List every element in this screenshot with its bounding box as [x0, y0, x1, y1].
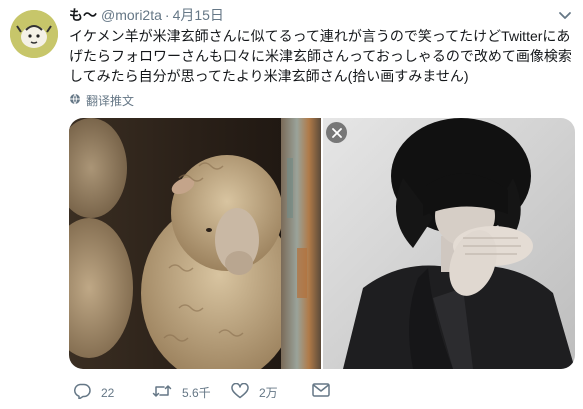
reply-count: 22 — [101, 385, 115, 400]
retweet-icon — [152, 383, 182, 402]
like-count: 2万 — [259, 386, 278, 400]
tweet-text-line: イケメン羊が米津玄師さんに似てるって連れが言うので笑ってたけどTwitterにあ — [69, 28, 571, 44]
retweet-count: 5.6千 — [182, 386, 211, 400]
display-name[interactable]: も〜 — [69, 6, 97, 24]
direct-message-button[interactable] — [312, 383, 340, 400]
avatar[interactable] — [10, 10, 58, 58]
tweet-header: も〜 @mori2ta · 4月15日 — [69, 6, 224, 24]
globe-icon — [69, 93, 86, 108]
retweet-button[interactable]: 5.6千 — [152, 383, 211, 402]
separator-dot: · — [164, 7, 170, 23]
tweet-actions: 22 5.6千 2万 — [69, 382, 549, 403]
person-photo[interactable] — [323, 118, 575, 369]
like-button[interactable]: 2万 — [231, 382, 278, 402]
envelope-icon — [312, 383, 340, 400]
tweet-text-line: げたらフォロワーさんも口々に米津玄師さんっておっしゃるので改めて画像検索 — [69, 48, 572, 64]
chevron-down-icon[interactable] — [558, 8, 572, 22]
tweet-timestamp[interactable]: 4月15日 — [173, 6, 224, 24]
close-icon[interactable] — [326, 122, 347, 143]
heart-icon — [231, 382, 259, 402]
sheep-photo[interactable] — [69, 118, 321, 369]
tweet-media — [69, 118, 575, 369]
tweet-text-line: してみたら自分が思ってたより米津玄師さん(拾い画すみません) — [69, 68, 469, 84]
translate-tweet-link[interactable]: 翻译推文 — [69, 92, 134, 109]
tweet-text: イケメン羊が米津玄師さんに似てるって連れが言うので笑ってたけどTwitterにあ… — [69, 26, 577, 86]
tweet: も〜 @mori2ta · 4月15日 イケメン羊が米津玄師さんに似てるって連れ… — [0, 0, 583, 409]
reply-icon — [73, 383, 101, 402]
translate-label: 翻译推文 — [86, 94, 135, 108]
reply-button[interactable]: 22 — [73, 383, 114, 402]
user-handle[interactable]: @mori2ta — [101, 6, 162, 24]
